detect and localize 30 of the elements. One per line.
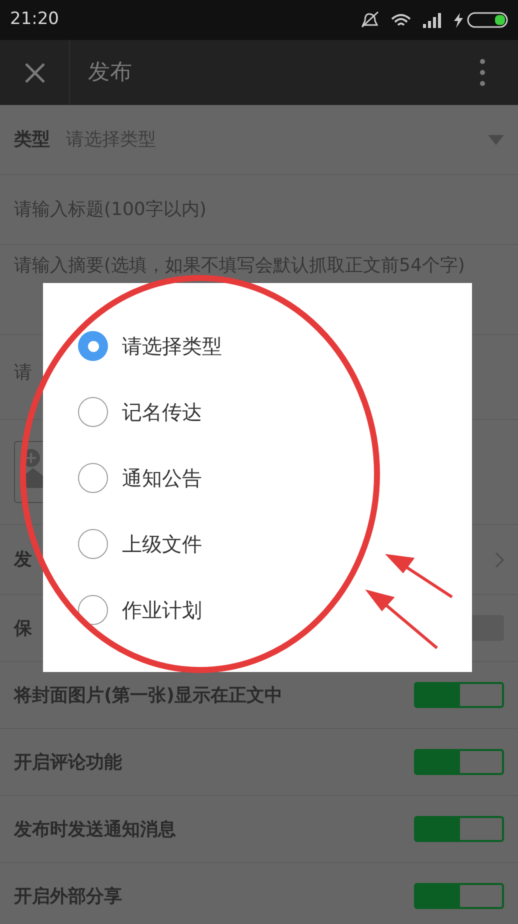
charging-bolt-icon xyxy=(454,12,463,28)
wifi-icon xyxy=(391,13,411,27)
clock-time: 21:20 xyxy=(10,8,59,32)
option-label: 通知公告 xyxy=(122,465,202,492)
option-label: 作业计划 xyxy=(122,597,202,624)
battery-icon xyxy=(467,12,508,28)
option-label: 记名传达 xyxy=(122,399,202,426)
muted-bell-icon xyxy=(361,11,379,29)
switch-label: 开启外部分享 xyxy=(14,884,123,908)
close-icon xyxy=(24,62,46,84)
radio-option[interactable]: 上级文件 xyxy=(43,511,472,577)
radio-option[interactable]: 记名传达 xyxy=(43,379,472,445)
radio-option[interactable]: 作业计划 xyxy=(43,577,472,643)
toggle-switch[interactable] xyxy=(414,682,504,708)
publish-label: 发 xyxy=(14,548,33,572)
screen-title: 发布 xyxy=(88,59,133,87)
switch-label: 发布时发送通知消息 xyxy=(14,818,177,842)
chevron-right-icon xyxy=(495,552,504,568)
signal-icon xyxy=(423,12,442,28)
option-label: 上级文件 xyxy=(122,531,202,558)
toggle-switch[interactable] xyxy=(414,749,504,775)
dropdown-caret-icon xyxy=(488,134,504,144)
type-label: 类型 xyxy=(14,128,50,152)
toggle-switch[interactable] xyxy=(414,883,504,909)
switch-label: 保 xyxy=(14,616,33,640)
option-label: 请选择类型 xyxy=(122,333,222,360)
switch-label: 开启评论功能 xyxy=(14,750,123,774)
switch-label: 将封面图片(第一张)显示在正文中 xyxy=(14,684,284,708)
radio-option[interactable]: 通知公告 xyxy=(43,445,472,511)
toggle-switch[interactable] xyxy=(414,816,504,842)
